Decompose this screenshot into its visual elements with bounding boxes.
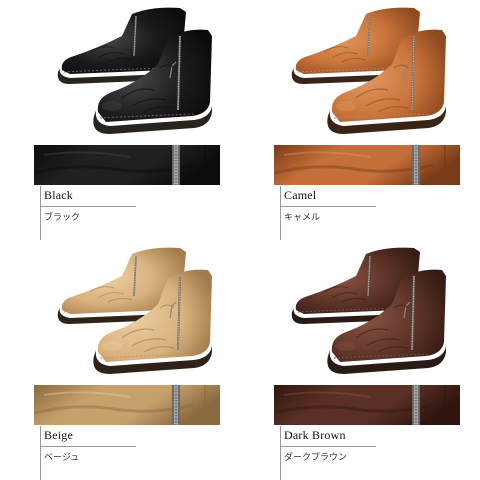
leather-swatch	[274, 145, 460, 185]
leather-swatch	[274, 385, 460, 425]
color-name-ja: ダークブラウン	[284, 453, 348, 463]
leather-swatch	[34, 385, 220, 425]
boot-illustration	[57, 247, 212, 374]
swatch-texture	[274, 385, 460, 425]
boot-image[interactable]	[40, 242, 220, 382]
boot-illustration	[291, 7, 446, 134]
swatch-texture	[34, 145, 220, 185]
divider	[280, 446, 376, 447]
color-name-ja: ブラック	[44, 213, 81, 223]
product-tile-black[interactable]: Black ブラック	[0, 0, 240, 240]
product-tile-beige[interactable]: Beige ベージュ	[0, 240, 240, 480]
divider	[280, 186, 281, 240]
swatch-texture	[34, 385, 220, 425]
boot-image[interactable]	[274, 242, 454, 382]
boot-image[interactable]	[40, 2, 220, 142]
color-name: Camel	[284, 188, 317, 202]
divider	[40, 426, 41, 480]
divider	[40, 186, 41, 240]
swatch-texture	[274, 145, 460, 185]
color-name: Black	[44, 188, 73, 202]
color-name-ja: キャメル	[284, 213, 321, 223]
color-name: Beige	[44, 428, 73, 442]
boot-illustration	[57, 7, 212, 134]
product-tile-camel[interactable]: Camel キャメル	[240, 0, 480, 240]
divider	[40, 206, 136, 207]
leather-swatch	[34, 145, 220, 185]
color-name-ja: ベージュ	[44, 453, 80, 463]
boot-image[interactable]	[274, 2, 454, 142]
boot-illustration	[291, 247, 446, 374]
divider	[280, 426, 281, 480]
divider	[40, 446, 136, 447]
product-tile-dark-brown[interactable]: Dark Brown ダークブラウン	[240, 240, 480, 480]
color-name: Dark Brown	[284, 428, 346, 442]
divider	[280, 206, 376, 207]
